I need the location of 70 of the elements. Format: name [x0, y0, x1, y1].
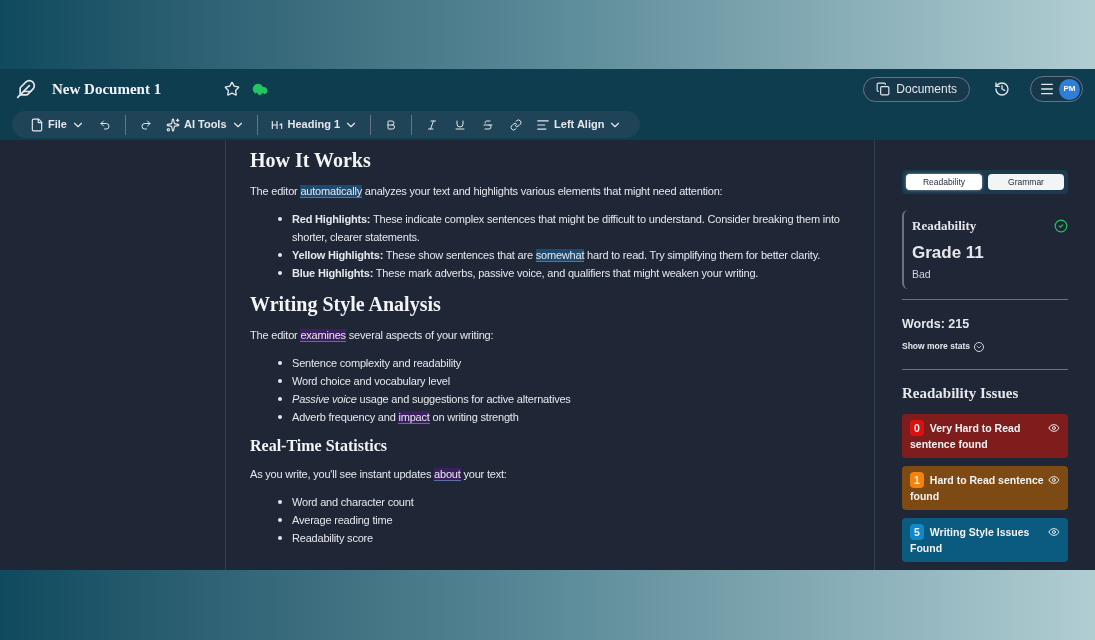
- user-avatar: PM: [1059, 78, 1080, 100]
- eye-icon[interactable]: [1048, 526, 1060, 538]
- toolbar-dropdown[interactable]: File: [24, 111, 91, 138]
- show-more-stats-link[interactable]: Show more stats: [902, 340, 985, 353]
- redo-icon: [139, 118, 152, 131]
- undo-icon: [98, 118, 111, 131]
- list-item: Yellow Highlights: These show sentences that are somewhat hard to read. Try simplifying them for better clarity.: [292, 248, 821, 264]
- list-item: Word choice and vocabulary level: [292, 374, 450, 389]
- issue-text: 1 Hard to Read sentence found: [910, 472, 1045, 504]
- subsection-heading: Real-Time Statistics: [250, 436, 388, 456]
- issue-card[interactable]: 0 Very Hard to Read sentence found: [902, 414, 1068, 458]
- feather-logo-icon: [16, 77, 36, 101]
- issue-text: 5 Writing Style Issues Found: [910, 524, 1031, 556]
- bullet-icon: [278, 500, 282, 504]
- toolbar-dropdown[interactable]: AI Tools: [159, 111, 251, 138]
- issue-text: 0 Very Hard to Read sentence found: [910, 420, 1022, 452]
- italic-icon: [426, 118, 439, 131]
- history-icon[interactable]: [994, 81, 1010, 97]
- issue-count-badge: 0: [910, 420, 924, 436]
- sidebar-tab[interactable]: Grammar: [988, 174, 1064, 190]
- align-left-icon: [536, 117, 551, 132]
- check-circle-icon: [1054, 218, 1068, 233]
- list-item: Sentence complexity and readability: [292, 356, 462, 371]
- link-icon: [510, 118, 523, 131]
- underline-icon: [454, 118, 467, 131]
- list-item: Red Highlights: These indicate complex sentences that might be difficult to understand. Consider breaking them into shorter, clearer statements.: [292, 212, 841, 245]
- grade-text: Grade 11: [912, 241, 985, 264]
- list-item: Blue Highlights: These mark adverbs, passive voice, and qualifiers that might weaken your writing.: [292, 266, 759, 281]
- document-title: New Document 1: [52, 79, 163, 99]
- documents-button[interactable]: Documents: [863, 76, 970, 102]
- grade-verdict: Bad: [912, 267, 932, 282]
- bullet-icon: [278, 518, 282, 522]
- bullet-icon: [278, 253, 282, 257]
- issue-count-badge: 1: [910, 472, 924, 488]
- section-heading: How It Works: [250, 148, 372, 173]
- list-item: Readability score: [292, 531, 373, 546]
- paragraph: The editor automatically analyzes your text and highlights various elements that might need attention:: [250, 184, 724, 200]
- paragraph: As you write, you'll see instant updates about your text:: [250, 467, 508, 483]
- toolbar-dropdown[interactable]: Heading 1: [263, 111, 365, 138]
- issues-heading: Readability Issues: [902, 383, 1020, 403]
- eye-icon[interactable]: [1048, 422, 1060, 434]
- sparkle-icon: [165, 117, 180, 132]
- menu-icon: [1039, 81, 1055, 97]
- issue-count-badge: 5: [910, 524, 924, 540]
- issue-card[interactable]: 1 Hard to Read sentence found: [902, 466, 1068, 510]
- user-menu-button[interactable]: PM: [1030, 76, 1083, 102]
- bullet-icon: [278, 379, 282, 383]
- toolbar-dropdown[interactable]: Left Align: [530, 111, 629, 138]
- eye-icon[interactable]: [1048, 474, 1060, 486]
- section-heading: Writing Style Analysis: [250, 292, 442, 317]
- bullet-icon: [278, 271, 282, 275]
- file-icon: [30, 117, 44, 132]
- word-count: Words: 215: [902, 316, 971, 334]
- bullet-icon: [278, 536, 282, 540]
- bold-icon: [385, 118, 398, 131]
- card-title: Readability: [912, 217, 977, 235]
- bullet-icon: [278, 361, 282, 365]
- star-icon[interactable]: [224, 81, 240, 97]
- list-item: Passive voice usage and suggestions for active alternatives: [292, 392, 571, 407]
- sidebar-tab[interactable]: Readability: [906, 174, 982, 190]
- list-item: Average reading time: [292, 513, 393, 528]
- paragraph: The editor examines several aspects of your writing:: [250, 328, 495, 344]
- list-item: Adverb frequency and impact on writing strength: [292, 410, 519, 426]
- list-item: Word and character count: [292, 495, 414, 510]
- bullet-icon: [278, 217, 282, 221]
- copy-icon: [876, 82, 891, 96]
- bullet-icon: [278, 397, 282, 401]
- strikethrough-icon: [482, 118, 495, 131]
- issue-card[interactable]: 5 Writing Style Issues Found: [902, 518, 1068, 562]
- bullet-icon: [278, 415, 282, 419]
